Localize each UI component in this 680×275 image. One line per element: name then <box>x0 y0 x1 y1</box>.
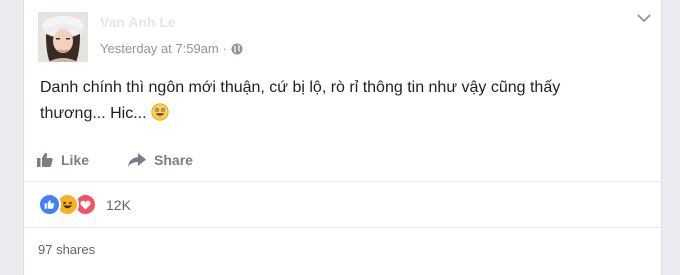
post-actions: Like Share <box>36 147 231 173</box>
timestamp-separator: · <box>222 41 228 56</box>
chevron-down-icon[interactable] <box>637 13 651 23</box>
author-name[interactable]: Van Anh Le <box>100 14 176 30</box>
post-text-line: Danh chính thì ngôn mới thuận, cứ bị lộ,… <box>40 79 561 96</box>
post-text-continuation: thương... Hic... <box>40 105 147 122</box>
reaction-count[interactable]: 12K <box>106 197 131 213</box>
post-card: Van Anh Le Yesterday at 7:59am · Danh ch… <box>23 0 662 275</box>
divider <box>24 227 661 228</box>
like-label: Like <box>61 152 90 168</box>
share-arrow-icon <box>128 153 147 167</box>
post-timestamp[interactable]: Yesterday at 7:59am · <box>100 41 243 56</box>
post-text-line: thương... Hic... <box>40 101 640 127</box>
avatar-image <box>38 12 88 62</box>
divider <box>24 181 661 182</box>
grinning-tongue-emoji-icon <box>151 103 169 121</box>
author-avatar[interactable] <box>38 12 88 62</box>
share-button[interactable]: Share <box>127 152 193 168</box>
shares-count[interactable]: 97 shares <box>38 242 95 257</box>
share-label: Share <box>154 152 193 168</box>
globe-icon[interactable] <box>231 43 243 55</box>
like-reaction-icon <box>38 193 61 216</box>
thumbs-up-icon <box>37 152 53 167</box>
like-button[interactable]: Like <box>36 152 89 168</box>
timestamp-text[interactable]: Yesterday at 7:59am <box>100 41 219 56</box>
post-body: Danh chính thì ngôn mới thuận, cứ bị lộ,… <box>40 75 640 127</box>
reactions-summary[interactable]: 12K <box>38 193 131 216</box>
